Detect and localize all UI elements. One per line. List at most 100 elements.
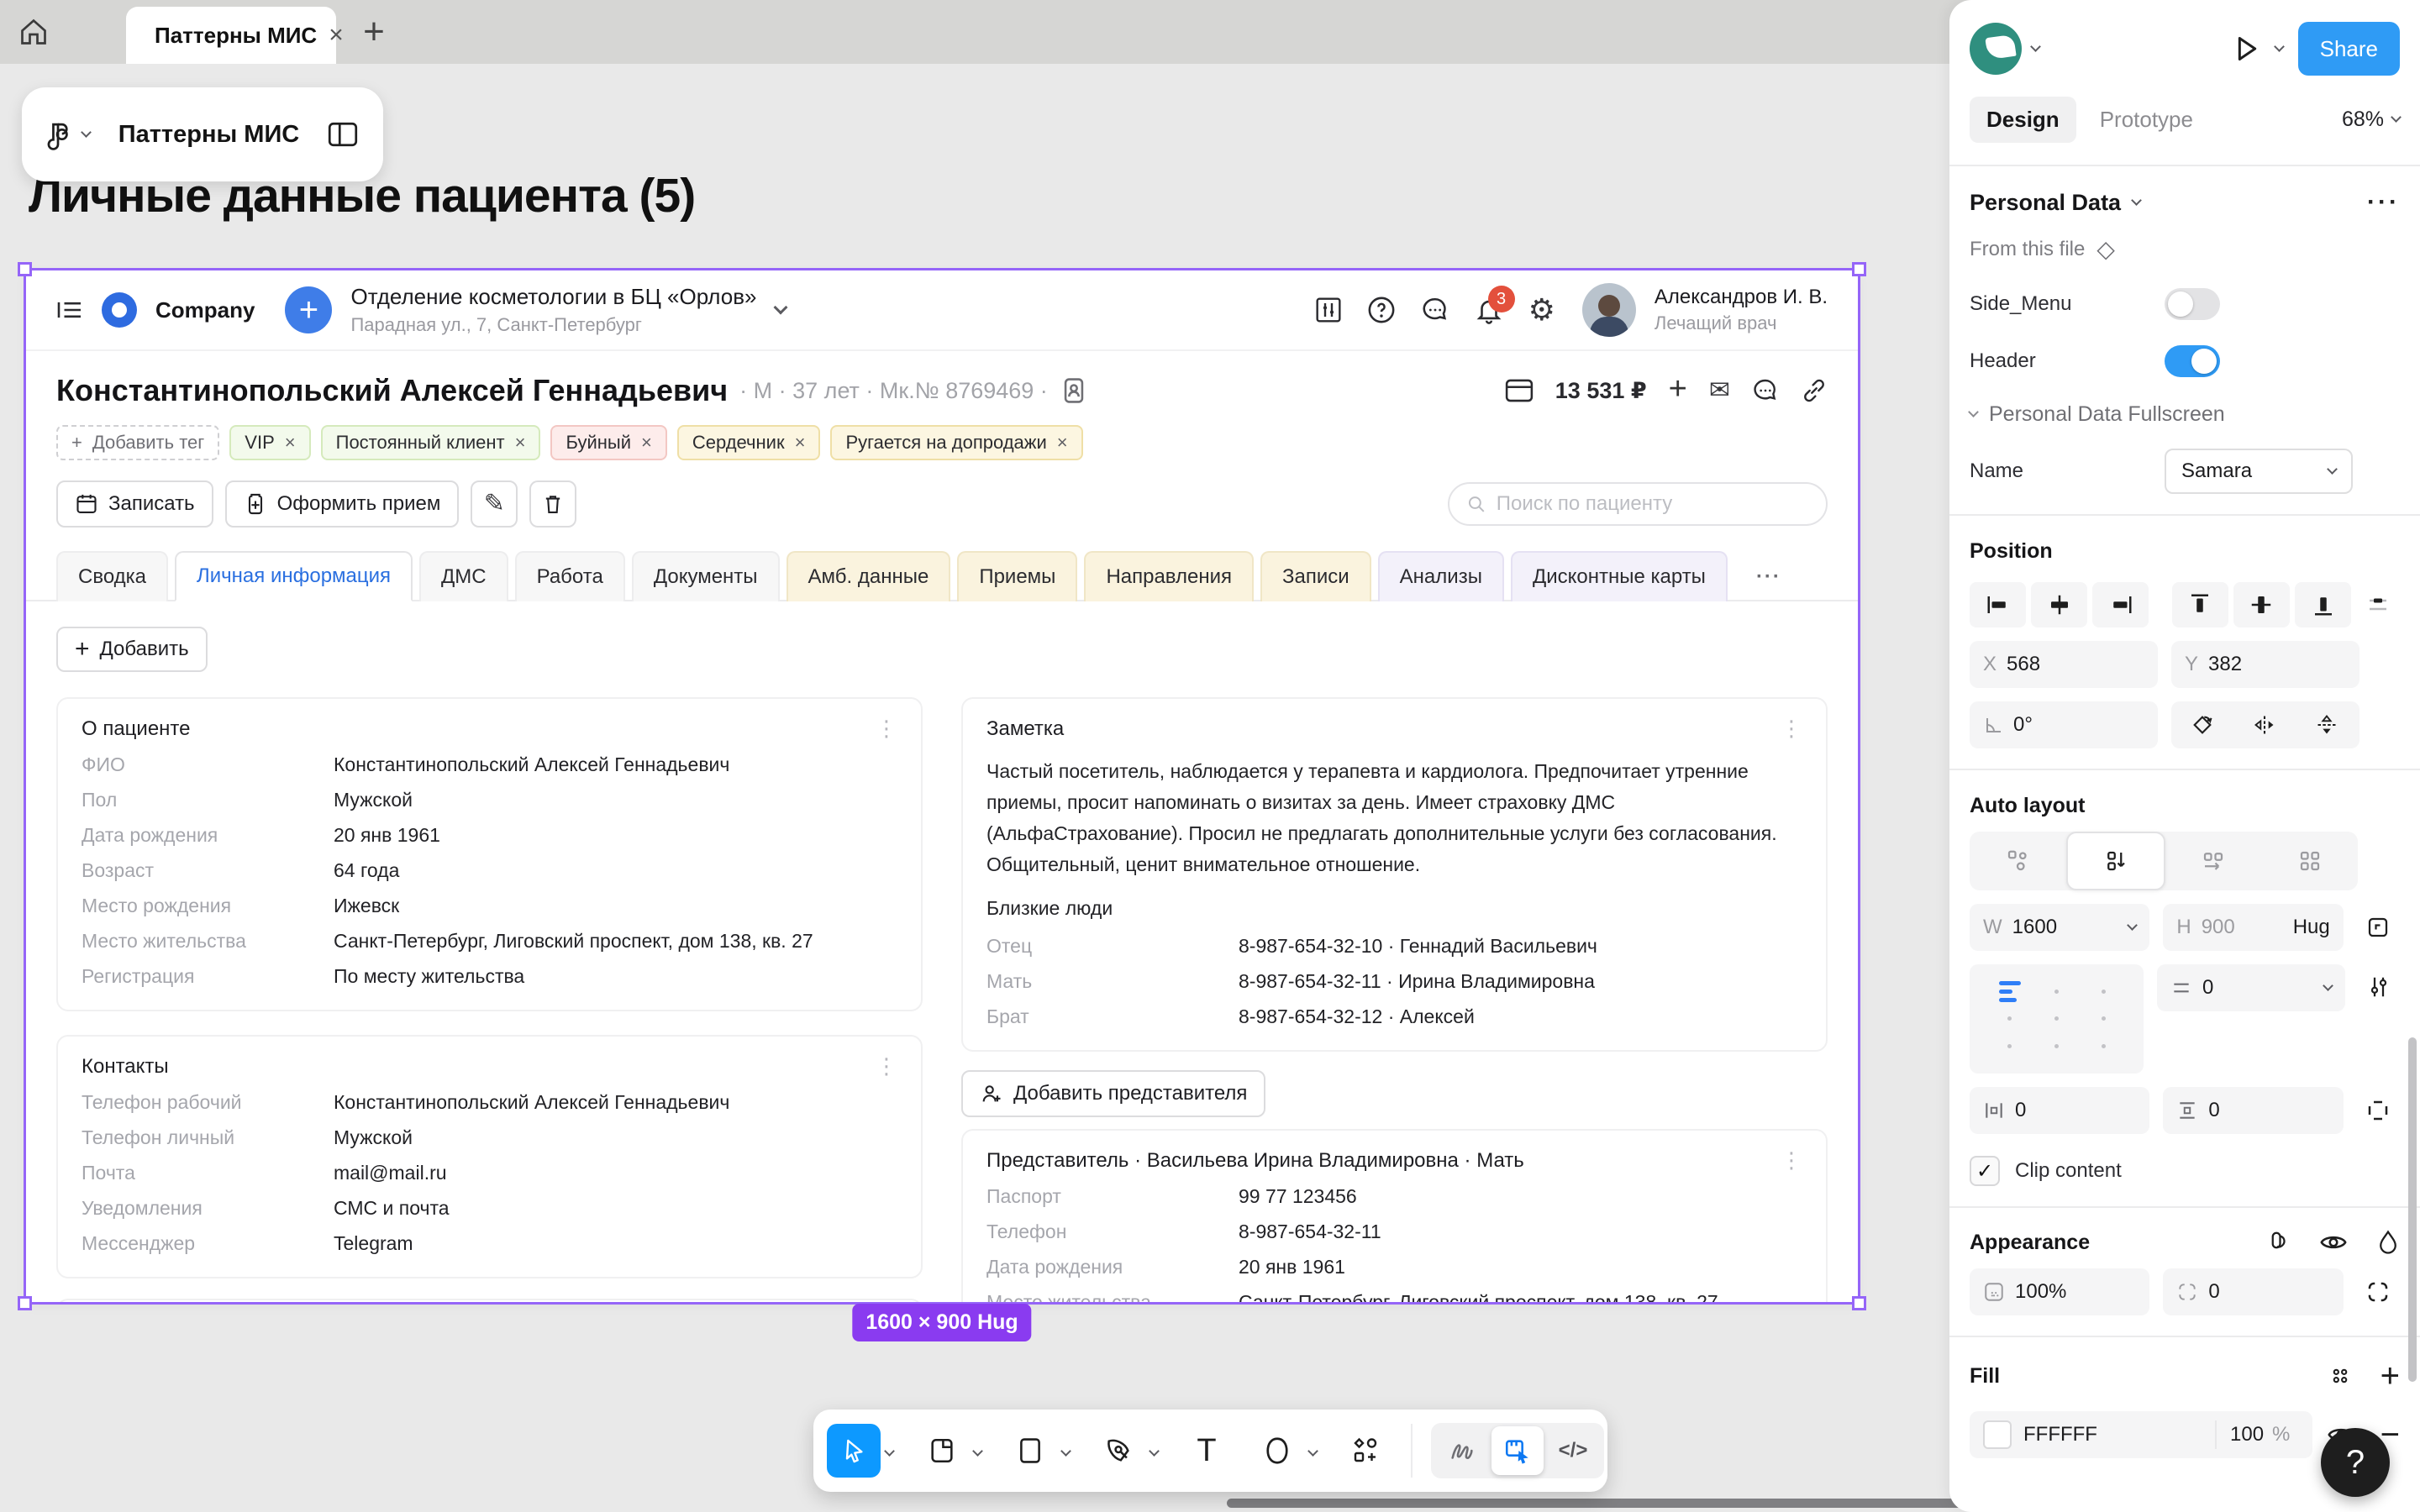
align-top-button[interactable]: [2172, 582, 2228, 627]
layout-freeform-button[interactable]: [1970, 832, 2066, 890]
width-input[interactable]: W1600: [1970, 904, 2149, 951]
tab-amb-data[interactable]: Амб. данные: [786, 551, 951, 601]
checkin-button[interactable]: Оформить прием: [225, 480, 460, 528]
x-input[interactable]: X568: [1970, 641, 2158, 688]
individual-corners-button[interactable]: [2357, 1269, 2400, 1315]
eye-icon[interactable]: [2319, 1230, 2348, 1255]
link-icon[interactable]: [1801, 377, 1828, 404]
styles-icon[interactable]: [2265, 1230, 2291, 1255]
add-payment-icon[interactable]: +: [1669, 371, 1687, 407]
sidebar-toggle-icon[interactable]: [56, 299, 83, 321]
resize-handle[interactable]: [1852, 1296, 1866, 1310]
component-diamond-icon[interactable]: ◇: [2096, 235, 2115, 263]
selection-chevron-icon[interactable]: [2131, 195, 2142, 206]
mail-icon[interactable]: ✉: [1709, 378, 1730, 403]
clip-content-checkbox[interactable]: ✓: [1970, 1156, 2000, 1186]
move-tool[interactable]: [827, 1424, 881, 1478]
tab-referrals[interactable]: Направления: [1084, 551, 1254, 601]
resize-handle[interactable]: [18, 262, 32, 276]
gap-input[interactable]: 0: [2157, 964, 2345, 1011]
selection-menu-icon[interactable]: ···: [2367, 188, 2400, 217]
ellipse-tool[interactable]: [1250, 1424, 1304, 1478]
home-button[interactable]: [0, 0, 67, 64]
clip-content-row[interactable]: ✓ Clip content: [1970, 1156, 2400, 1186]
edit-patient-button[interactable]: ✎: [471, 480, 518, 528]
fullscreen-section-row[interactable]: Personal Data Fullscreen: [1970, 402, 2400, 427]
kebab-menu-icon[interactable]: ⋮: [1781, 1149, 1802, 1171]
layout-vertical-button[interactable]: [2066, 832, 2166, 890]
add-section-button[interactable]: + Добавить: [56, 627, 208, 672]
tab-appointments[interactable]: Приемы: [957, 551, 1077, 601]
dev-mode-button[interactable]: </>: [1547, 1426, 1599, 1475]
ellipse-tool-chevron-icon[interactable]: [1307, 1446, 1318, 1457]
draw-mode-button[interactable]: [1436, 1426, 1488, 1475]
add-tag-button[interactable]: +Добавить тег: [56, 425, 219, 460]
align-left-button[interactable]: [1970, 582, 2026, 627]
browser-tab[interactable]: Паттерны МИС ×: [126, 7, 336, 64]
present-chevron-icon[interactable]: [2274, 41, 2285, 52]
selection-name[interactable]: Personal Data: [1970, 190, 2121, 216]
side-menu-toggle[interactable]: [2165, 288, 2220, 320]
align-right-button[interactable]: [2092, 582, 2149, 627]
present-button[interactable]: [2228, 32, 2262, 66]
shape-tool-chevron-icon[interactable]: [1060, 1446, 1071, 1457]
alignment-settings-button[interactable]: [2359, 964, 2400, 1010]
delete-patient-button[interactable]: [529, 480, 576, 528]
measure-mode-button[interactable]: [1491, 1426, 1544, 1475]
tab-discount-cards[interactable]: Дисконтные карты: [1511, 551, 1728, 601]
resize-handle[interactable]: [1852, 262, 1866, 276]
flip-horizontal-button[interactable]: [2233, 701, 2296, 748]
tab-dms[interactable]: ДМС: [419, 551, 508, 601]
tab-documents[interactable]: Документы: [632, 551, 780, 601]
company-logo[interactable]: [102, 292, 137, 328]
figma-logo-icon[interactable]: [47, 118, 69, 150]
layout-panel-icon[interactable]: [328, 121, 358, 148]
tab-records[interactable]: Записи: [1260, 551, 1371, 601]
align-bottom-button[interactable]: [2295, 582, 2351, 627]
name-dropdown[interactable]: Samara: [2165, 449, 2353, 494]
message-icon[interactable]: [1752, 377, 1779, 404]
file-name[interactable]: Паттерны МИС: [118, 121, 300, 149]
opacity-input[interactable]: 100%: [1970, 1268, 2149, 1315]
rotation-input[interactable]: 0°: [1970, 701, 2158, 748]
frame-tool[interactable]: [915, 1424, 969, 1478]
child-alignment-grid[interactable]: [1970, 964, 2144, 1074]
align-h-center-button[interactable]: [2031, 582, 2087, 627]
book-appointment-button[interactable]: Записать: [56, 480, 213, 528]
fill-color-input[interactable]: FFFFFF 100%: [1970, 1411, 2312, 1458]
corner-radius-input[interactable]: 0: [2163, 1268, 2343, 1315]
frame-tool-chevron-icon[interactable]: [972, 1446, 983, 1457]
tab-more[interactable]: ···: [1734, 551, 1803, 601]
new-tab-button[interactable]: +: [336, 0, 412, 64]
user-menu-chevron-icon[interactable]: [2030, 41, 2041, 52]
tag-chip[interactable]: Ругается на допродажи×: [830, 425, 1082, 460]
fill-color-swatch[interactable]: [1983, 1420, 2012, 1449]
controls-icon[interactable]: [1315, 297, 1342, 323]
notifications-button[interactable]: 3: [1475, 296, 1503, 324]
move-tool-chevron-icon[interactable]: [884, 1446, 895, 1457]
search-input[interactable]: [1497, 492, 1809, 516]
design-frame[interactable]: Company + Отделение косметологии в БЦ «О…: [26, 270, 1858, 1302]
add-fill-icon[interactable]: +: [2381, 1359, 2400, 1393]
align-v-center-button[interactable]: [2233, 582, 2290, 627]
doctor-avatar[interactable]: [1582, 283, 1636, 337]
tag-remove-icon[interactable]: ×: [1057, 432, 1068, 454]
tab-prototype[interactable]: Prototype: [2100, 107, 2193, 133]
rotate-button[interactable]: [2171, 701, 2233, 748]
horizontal-padding-input[interactable]: 0: [1970, 1087, 2149, 1134]
kebab-menu-icon[interactable]: ⋮: [876, 717, 897, 739]
more-alignment-button[interactable]: [2356, 582, 2400, 627]
company-name[interactable]: Company: [155, 297, 255, 323]
y-input[interactable]: Y382: [2171, 641, 2360, 688]
patient-balance[interactable]: 13 531 ₽: [1555, 378, 1647, 404]
tag-chip[interactable]: Буйный×: [550, 425, 666, 460]
resize-to-fit-button[interactable]: [2357, 905, 2400, 950]
kebab-menu-icon[interactable]: ⋮: [1781, 717, 1802, 739]
kebab-menu-icon[interactable]: ⋮: [876, 1055, 897, 1077]
fill-opacity-input[interactable]: 100%: [2215, 1420, 2312, 1449]
pen-tool[interactable]: [1092, 1424, 1145, 1478]
tab-personal-info[interactable]: Личная информация: [175, 551, 413, 601]
resize-handle[interactable]: [18, 1296, 32, 1310]
zoom-control[interactable]: 68%: [2342, 108, 2400, 132]
chat-icon[interactable]: [1421, 296, 1449, 324]
